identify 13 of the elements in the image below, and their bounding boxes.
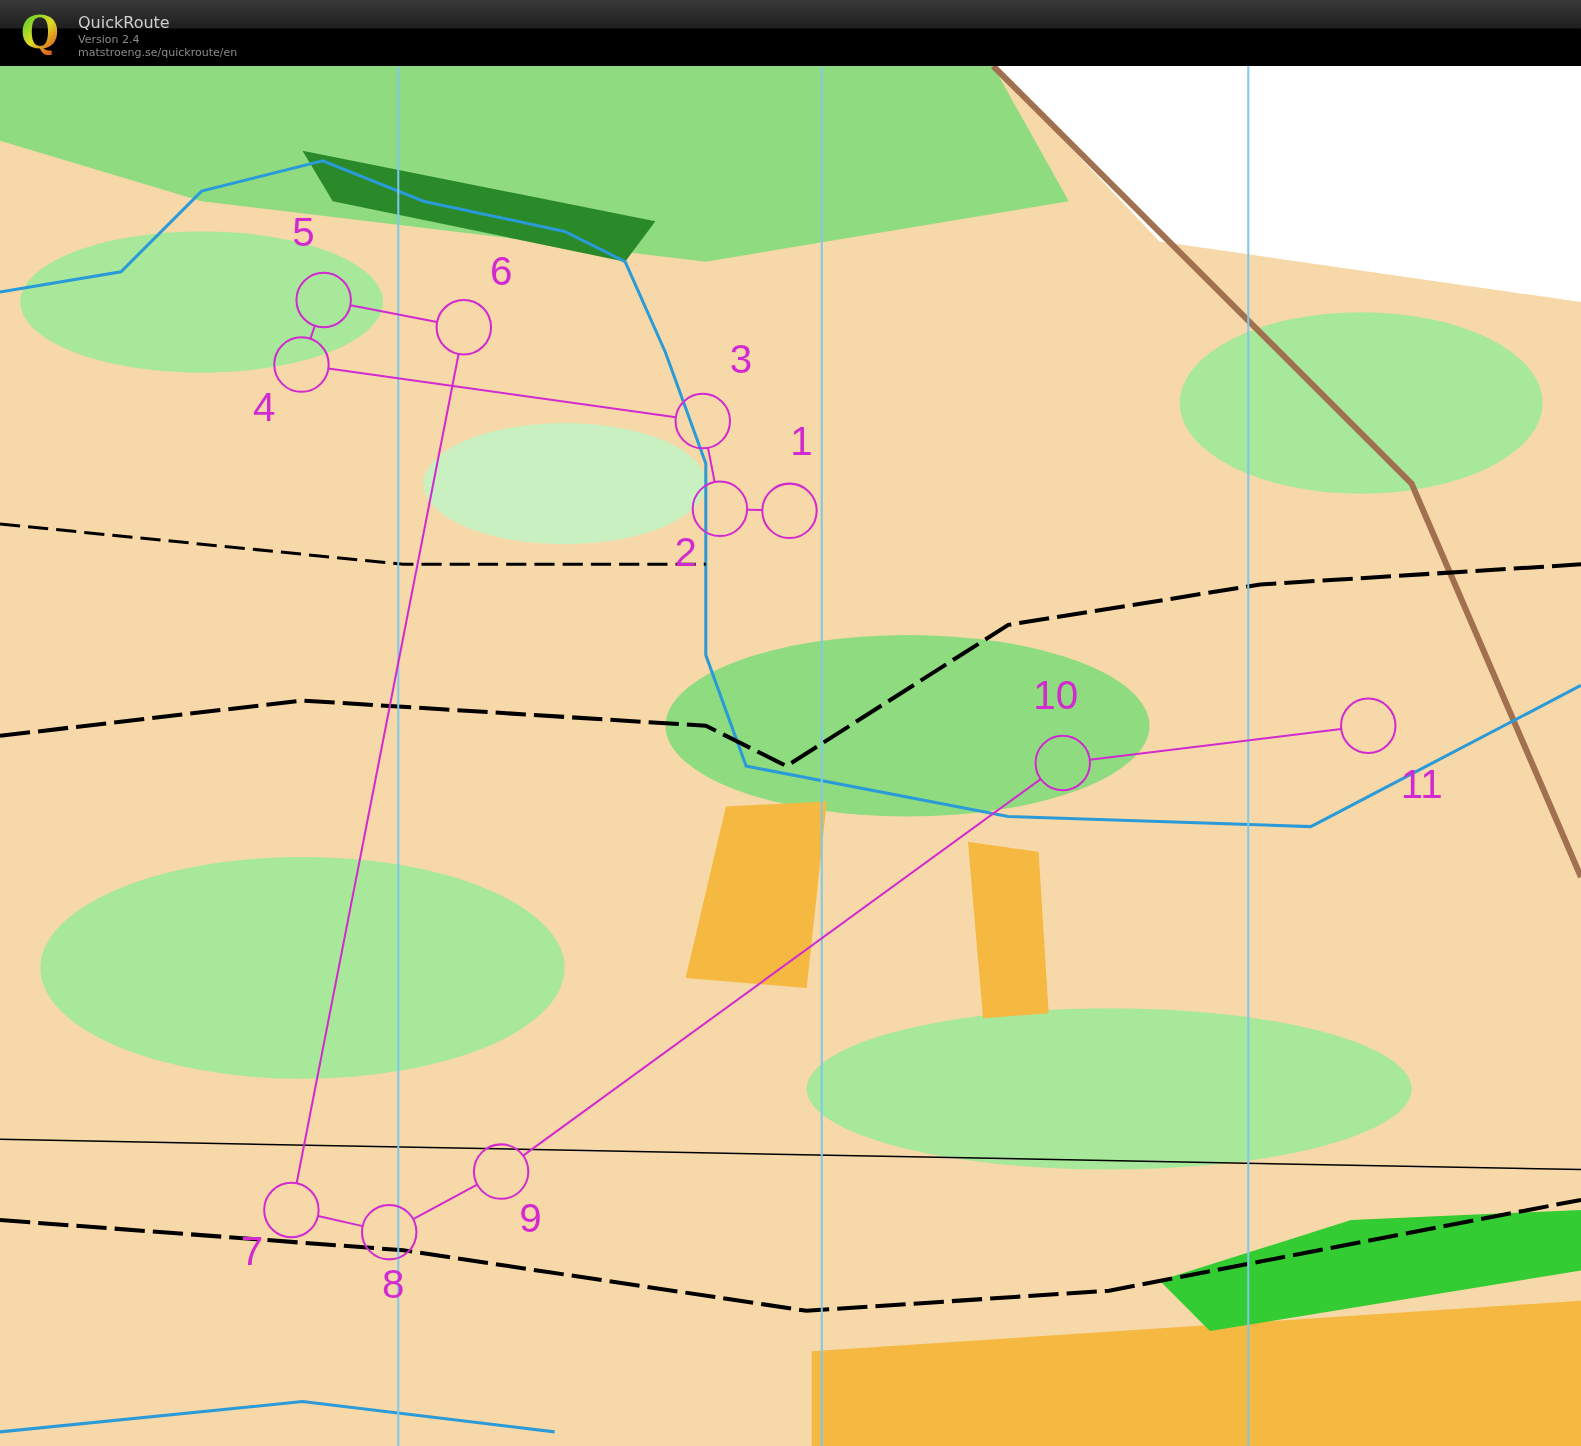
- website-url: matstroeng.se/quickroute/en: [78, 46, 238, 59]
- control-number: 6: [489, 247, 513, 294]
- control-number: 1: [790, 418, 813, 465]
- control-number: 11: [1400, 761, 1443, 808]
- app-logo: Q: [20, 11, 60, 55]
- control-number: 5: [292, 208, 315, 255]
- control-number: 9: [519, 1195, 542, 1242]
- control-number: 4: [252, 384, 276, 431]
- control-number: 10: [1033, 671, 1079, 718]
- control-number: 3: [729, 335, 753, 382]
- version-text: Version 2.4: [78, 33, 141, 46]
- control-number: 7: [240, 1228, 264, 1275]
- app-title: QuickRoute: [78, 13, 171, 33]
